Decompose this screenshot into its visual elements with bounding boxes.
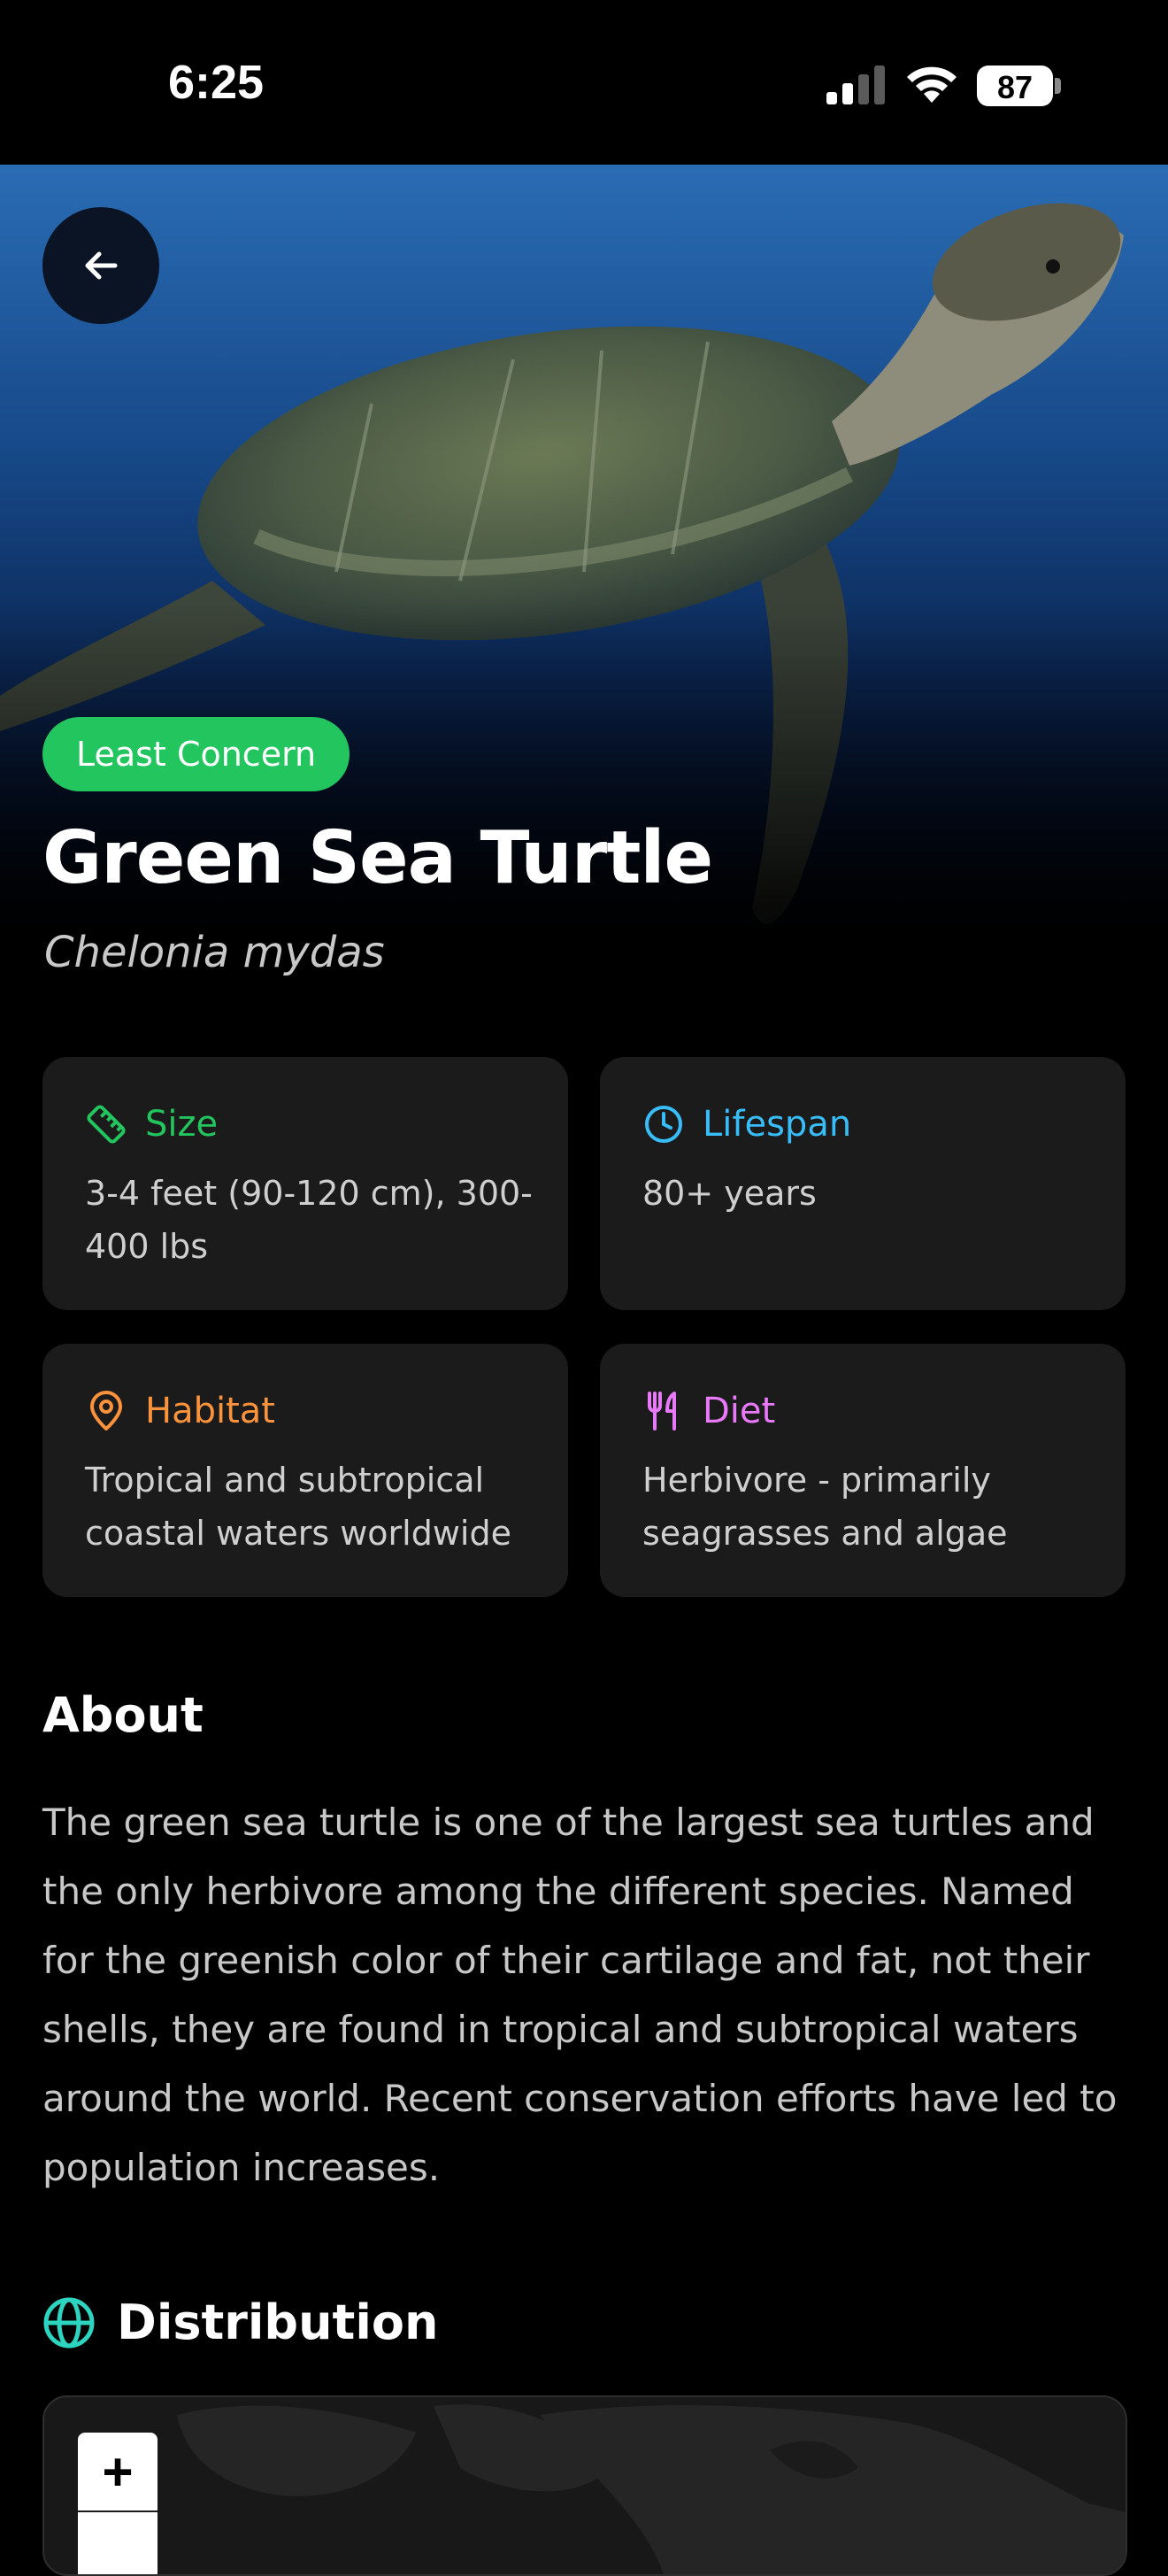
about-text: The green sea turtle is one of the large… bbox=[42, 1801, 1118, 2189]
about-heading: About bbox=[42, 1687, 204, 1743]
card-label: Lifespan bbox=[703, 1104, 852, 1145]
battery-icon: 87 bbox=[977, 66, 1062, 106]
info-card-size: Size 3-4 feet (90-120 cm), 300-400 lbs bbox=[42, 1057, 568, 1310]
card-value: Tropical and subtropical coastal waters … bbox=[85, 1461, 511, 1553]
info-card-lifespan: Lifespan 80+ years bbox=[600, 1057, 1126, 1310]
battery-level: 87 bbox=[996, 69, 1034, 105]
card-value: Herbivore - primarily seagrasses and alg… bbox=[642, 1461, 1008, 1553]
wifi-icon bbox=[907, 66, 957, 103]
scientific-name: Chelonia mydas bbox=[44, 928, 385, 977]
utensils-icon bbox=[648, 1392, 676, 1431]
ruler-icon bbox=[87, 1105, 126, 1144]
card-label: Diet bbox=[703, 1391, 776, 1431]
info-card-diet: Diet Herbivore - primarily seagrasses an… bbox=[600, 1344, 1126, 1597]
distribution-header: Distribution bbox=[42, 2294, 438, 2350]
zoom-out-button[interactable] bbox=[78, 2512, 158, 2574]
arrow-left-icon bbox=[85, 251, 118, 280]
clock-icon bbox=[645, 1106, 682, 1143]
card-label: Habitat bbox=[145, 1391, 275, 1431]
card-label: Size bbox=[145, 1104, 219, 1145]
location-pin-icon bbox=[90, 1391, 122, 1431]
world-map bbox=[177, 2404, 1126, 2574]
info-card-habitat: Habitat Tropical and subtropical coastal… bbox=[42, 1344, 568, 1597]
zoom-in-button[interactable]: + bbox=[78, 2433, 158, 2510]
card-value: 80+ years bbox=[642, 1174, 817, 1213]
distribution-map[interactable]: + bbox=[42, 2395, 1127, 2576]
distribution-heading: Distribution bbox=[117, 2294, 439, 2350]
status-badge: Least Concern bbox=[42, 717, 350, 791]
card-value: 3-4 feet (90-120 cm), 300-400 lbs bbox=[85, 1174, 533, 1266]
globe-icon bbox=[43, 2297, 95, 2348]
status-bar: 6:25 87 bbox=[0, 0, 1168, 165]
page-title: Green Sea Turtle bbox=[42, 816, 713, 900]
back-button[interactable] bbox=[42, 207, 159, 324]
status-time: 6:25 bbox=[168, 56, 265, 109]
cellular-signal-icon bbox=[826, 66, 885, 104]
